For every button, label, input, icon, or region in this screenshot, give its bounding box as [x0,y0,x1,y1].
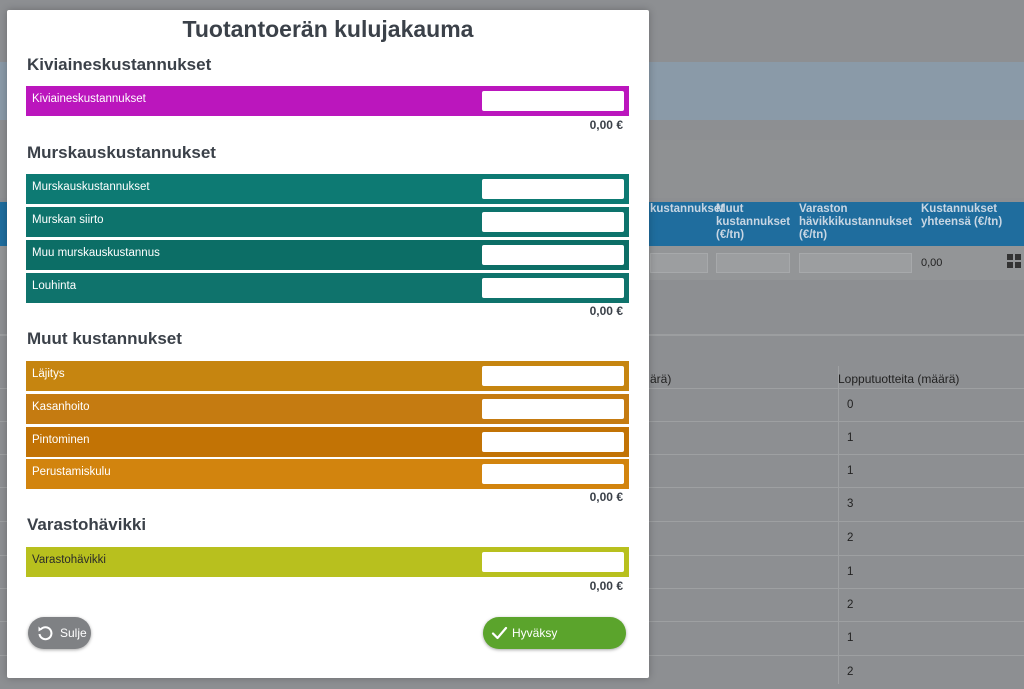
cost-row-label: Murskauskustannukset [32,181,150,193]
background-header-cell: Muut kustannukset (€/tn) [716,203,791,241]
background-cell-value: 1 [847,566,854,578]
cost-input[interactable] [482,432,624,452]
section-title-murskaus: Murskauskustannukset [27,143,216,162]
background-header-cell: Varaston hävikkikustannukset (€/tn) [799,203,913,241]
cost-row: Muu murskauskustannus [26,240,629,270]
background-cell-value: 1 [847,465,854,477]
background-cell-value: 1 [847,432,854,444]
background-cell-value: 2 [847,532,854,544]
background-input[interactable] [799,253,912,273]
cost-row-label: Murskan siirto [32,214,104,226]
cost-input[interactable] [482,552,624,572]
cost-row: Murskan siirto [26,207,629,237]
check-icon [491,626,508,640]
section-title-muut: Muut kustannukset [27,329,182,348]
undo-icon [38,626,53,641]
cost-input[interactable] [482,399,624,419]
cost-distribution-dialog: Tuotantoerän kulujakauma Kiviaineskustan… [7,10,649,678]
cost-row: Louhinta [26,273,629,303]
cost-input[interactable] [482,366,624,386]
section-total: 0,00 € [589,118,623,132]
cost-row-label: Pintominen [32,434,90,446]
cost-row: Pintominen [26,427,629,457]
accept-button-label: Hyväksy kustannukset [512,626,583,672]
cost-row: Murskauskustannukset [26,174,629,204]
cost-row: Varastohävikki [26,547,629,577]
cost-row-label: Muu murskauskustannus [32,247,160,259]
background-input[interactable] [716,253,790,273]
background-cell-value: 2 [847,666,854,678]
accept-costs-button[interactable]: Hyväksy kustannukset [483,617,626,672]
background-cell-value: 2 [847,599,854,611]
cost-input[interactable] [482,91,624,111]
background-header-cell: Kustannukset yhteensä (€/tn) [921,203,1003,228]
section-title-kiviaines: Kiviaineskustannukset [27,55,212,74]
background-cell-value: 1 [847,632,854,644]
close-button[interactable]: Sulje [28,617,91,649]
section-total: 0,00 € [589,579,623,593]
cost-input[interactable] [482,245,624,265]
background-input[interactable] [650,253,708,273]
background-total-value: 0,00 [921,257,943,269]
cost-row-label: Kasanhoito [32,401,90,413]
cost-input[interactable] [482,212,624,232]
calculator-icon[interactable] [1007,254,1023,270]
cost-input[interactable] [482,278,624,298]
cost-row-label: Perustamiskulu [32,466,111,478]
section-total: 0,00 € [589,490,623,504]
background-cell-value: 3 [847,498,854,510]
background-column-header: Lopputuotteita (määrä) [838,372,960,386]
cost-row: Kasanhoito [26,394,629,424]
cost-input[interactable] [482,179,624,199]
section-title-varasto: Varastohävikki [27,515,147,534]
section-total: 0,00 € [589,304,623,318]
background-column-header: ärä) [650,372,672,386]
cost-row: Läjitys [26,361,629,391]
cost-row-label: Louhinta [32,280,77,292]
cost-input[interactable] [482,464,624,484]
cost-row-label: Varastohävikki [32,554,106,566]
cost-row: Kiviaineskustannukset [26,86,629,116]
cost-row-label: Kiviaineskustannukset [32,93,146,105]
cost-row-label: Läjitys [32,368,65,380]
background-header-cell: kustannukset [650,203,725,215]
dialog-title: Tuotantoerän kulujakauma [182,16,474,42]
cost-row: Perustamiskulu [26,459,629,489]
background-cell-value: 0 [847,399,854,411]
close-button-label: Sulje [60,626,87,640]
